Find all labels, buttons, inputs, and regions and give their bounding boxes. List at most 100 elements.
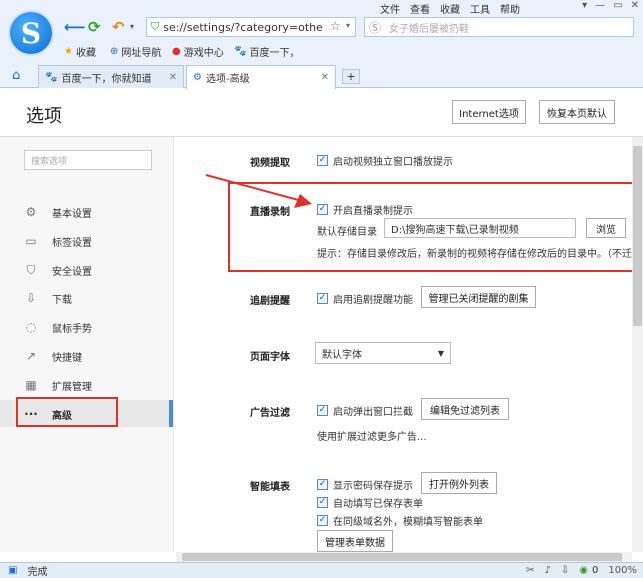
page-icon: ▣ (8, 565, 18, 576)
option-video-popup[interactable]: ✓ 启动视频独立窗口播放提示 (317, 153, 453, 168)
skin-dropdown-icon[interactable]: ▾ (582, 0, 587, 11)
game-icon: ● (172, 46, 181, 57)
highlight-box-advanced (16, 397, 118, 427)
sidebar (0, 137, 174, 552)
checkbox-checked[interactable]: ✓ (317, 204, 328, 215)
gear-icon: ⚙ (25, 205, 37, 219)
address-bar[interactable]: ⛉ se://settings/?category=othe (146, 17, 356, 37)
section-title-font: 页面字体 (250, 352, 290, 363)
restore-defaults-button[interactable]: 恢复本页默认 (539, 100, 615, 124)
page-title: 选项 (26, 106, 62, 127)
bookmark-nav[interactable]: ⊕ 网址导航 (110, 44, 161, 59)
edit-whitelist-button[interactable]: 编辑免过滤列表 (421, 398, 509, 420)
checkbox-checked[interactable]: ✓ (317, 405, 328, 416)
tab-icon: ▭ (25, 234, 37, 248)
menu-tools[interactable]: 工具 (470, 1, 490, 16)
tab-options-advanced[interactable]: ⚙ 选项-高级 ✕ (186, 65, 336, 89)
checkbox-checked[interactable]: ✓ (317, 479, 328, 490)
font-select[interactable]: 默认字体 ▼ (315, 342, 451, 364)
ads-extension-link[interactable]: 使用扩展过滤更多广告... (317, 428, 427, 443)
window-controls: ▾ — ▭ ✕ (582, 0, 639, 11)
tab-close-icon[interactable]: ✕ (169, 72, 177, 83)
new-tab-button[interactable]: + (342, 69, 360, 84)
speaker-icon[interactable]: ♪ (545, 565, 551, 576)
shortcut-icon: ↗ (25, 349, 37, 363)
option-live-record[interactable]: ✓ 开启直播录制提示 (317, 202, 413, 217)
sidebar-item-download[interactable]: ⇩ 下载 (24, 288, 72, 308)
internet-options-button[interactable]: Internet选项 (452, 100, 526, 124)
sidebar-item-mouse-gestures[interactable]: ◌ 鼠标手势 (24, 317, 92, 337)
default-dir-label: 默认存储目录 (317, 227, 377, 238)
favorite-star-icon[interactable]: ☆ (330, 19, 341, 33)
bookmark-baidu[interactable]: 🐾 百度一下， (234, 44, 299, 59)
undo-icon[interactable]: ↶ (112, 18, 125, 36)
tab-baidu[interactable]: 🐾 百度一下，你就知道 ✕ (38, 65, 184, 88)
section-title-drama: 追剧提醒 (250, 296, 290, 307)
checkbox-checked[interactable]: ✓ (317, 497, 328, 508)
browse-button[interactable]: 浏览 (586, 218, 626, 238)
sidebar-item-basic[interactable]: ⚙ 基本设置 (24, 202, 92, 222)
address-url: se://settings/?category=othe (163, 20, 323, 34)
close-icon[interactable]: ✕ (631, 0, 639, 11)
baidu-paw-icon: 🐾 (234, 46, 247, 57)
menu-favorites[interactable]: 收藏 (440, 1, 460, 16)
secure-shield-icon: ⛉ (151, 20, 160, 33)
sidebar-item-tabs[interactable]: ▭ 标签设置 (24, 231, 92, 251)
refresh-icon[interactable]: ⟳ (88, 18, 101, 36)
status-bar: ▣ 完成 ✂ ♪ ⇩ ◉ 0 100% (0, 562, 643, 578)
minimize-icon[interactable]: — (595, 0, 605, 11)
checkbox-checked[interactable]: ✓ (317, 293, 328, 304)
cut-icon[interactable]: ✂ (526, 565, 534, 576)
star-icon: ★ (64, 46, 73, 57)
home-icon[interactable]: ⌂ (12, 68, 20, 83)
zoom-level[interactable]: 100% (608, 565, 637, 576)
manage-form-data-button[interactable]: 管理表单数据 (317, 530, 393, 552)
option-fuzzy-fill[interactable]: ✓ 在同级域名外，模糊填写智能表单 (317, 513, 483, 528)
tab-close-icon[interactable]: ✕ (321, 72, 329, 83)
bookmark-games[interactable]: ● 游戏中心 (172, 44, 224, 59)
menu-view[interactable]: 查看 (410, 1, 430, 16)
manage-closed-drama-button[interactable]: 管理已关闭提醒的剧集 (421, 286, 536, 308)
section-title-live: 直播录制 (250, 207, 290, 218)
storage-dir-input[interactable]: D:\搜狗高速下载\已录制视频 (384, 218, 576, 238)
horizontal-scroll-thumb[interactable] (182, 553, 622, 561)
globe-icon: ⊕ (110, 46, 119, 57)
live-tip-text: 提示：存储目录修改后，新录制的视频将存储在修改后的目录中。（不迁移 (317, 249, 633, 260)
option-password-prompt[interactable]: ✓ 显示密码保存提示 (317, 477, 413, 492)
menu-bar: 文件 查看 收藏 工具 帮助 (380, 0, 520, 16)
sogou-logo[interactable]: S (8, 10, 54, 56)
exception-list-button[interactable]: 打开例外列表 (421, 472, 497, 494)
option-autofill-saved[interactable]: ✓ 自动填写已保存表单 (317, 495, 423, 510)
menu-file[interactable]: 文件 (380, 1, 400, 16)
search-placeholder: 女子婚后屡被扔鞋 (389, 23, 470, 35)
baidu-paw-icon: 🐾 (45, 71, 58, 83)
sidebar-item-extensions[interactable]: ▦ 扩展管理 (24, 375, 92, 395)
download-icon: ⇩ (25, 291, 37, 305)
active-indicator (169, 400, 173, 427)
dropdown-arrow-icon: ▼ (437, 348, 444, 358)
search-box[interactable]: Ⓢ 女子婚后屡被扔鞋 (364, 17, 634, 37)
sidebar-item-shortcuts[interactable]: ↗ 快捷键 (24, 346, 82, 366)
option-popup-block[interactable]: ✓ 启动弹出窗口拦截 (317, 403, 413, 418)
download-status-icon[interactable]: ⇩ (561, 565, 569, 576)
address-dropdown-icon[interactable]: ▾ (346, 21, 350, 30)
accelerator-icon[interactable]: ◉ (579, 565, 588, 576)
section-title-ads: 广告过滤 (250, 408, 290, 419)
checkbox-checked[interactable]: ✓ (317, 515, 328, 526)
search-engine-icon[interactable]: Ⓢ (369, 19, 381, 36)
vertical-scroll-thumb[interactable] (633, 146, 642, 326)
mouse-icon: ◌ (25, 320, 37, 334)
checkbox-checked[interactable]: ✓ (317, 155, 328, 166)
undo-dropdown-icon[interactable]: ▾ (130, 22, 134, 31)
menu-help[interactable]: 帮助 (500, 1, 520, 16)
maximize-icon[interactable]: ▭ (613, 0, 622, 11)
sidebar-item-security[interactable]: ⛉ 安全设置 (24, 260, 92, 280)
options-search-input[interactable]: 搜索选项 (24, 150, 152, 170)
bookmark-favorites[interactable]: ★ 收藏 (64, 44, 96, 59)
accelerator-count: 0 (592, 565, 599, 576)
settings-icon: ⚙ (193, 72, 202, 83)
back-icon[interactable]: ⟵ (64, 18, 86, 36)
extensions-icon: ▦ (25, 378, 37, 392)
option-drama[interactable]: ✓ 启用追剧提醒功能 (317, 291, 413, 306)
section-title-video: 视频提取 (250, 158, 290, 169)
